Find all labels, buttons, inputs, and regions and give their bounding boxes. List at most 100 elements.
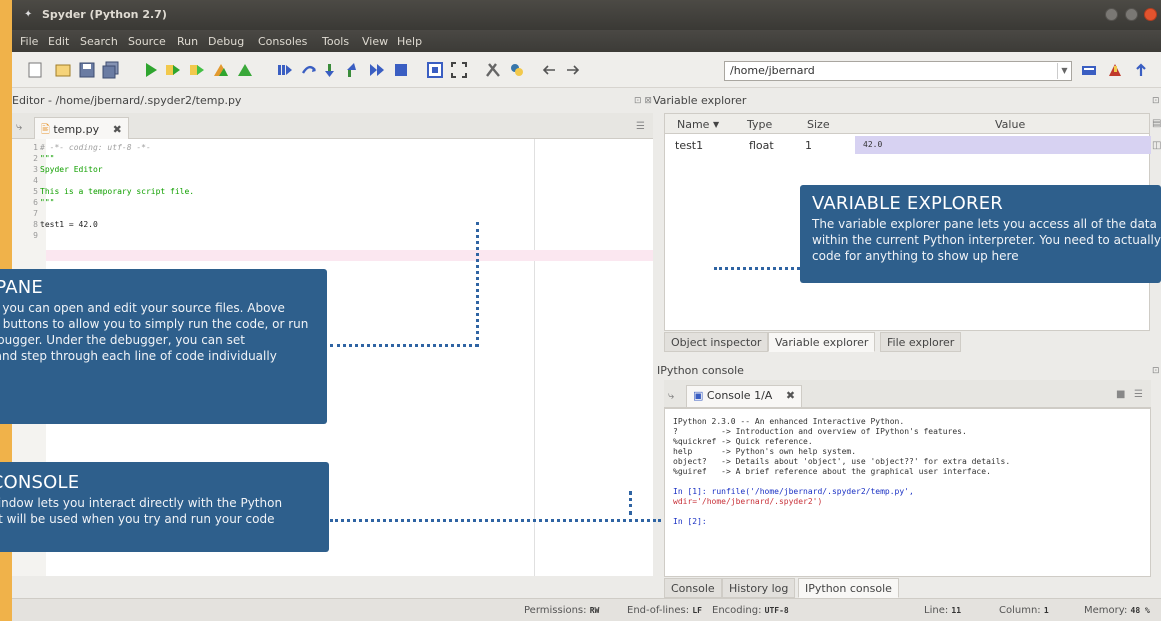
console-line: object? -> Details about 'object', use '…: [673, 457, 1011, 466]
column-value[interactable]: Value: [995, 118, 1025, 131]
tab-object-inspector[interactable]: Object inspector: [664, 332, 769, 352]
preferences-icon[interactable]: [484, 61, 502, 79]
status-encoding: Encoding: UTF-8: [712, 605, 789, 616]
line-number: 3: [33, 165, 38, 174]
code-line[interactable]: 7: [26, 209, 40, 219]
run-cell-advance-icon[interactable]: [188, 61, 206, 79]
tab-variable-explorer[interactable]: Variable explorer: [768, 332, 876, 352]
menu-help[interactable]: Help: [397, 35, 422, 48]
menu-source[interactable]: Source: [128, 35, 166, 48]
chevron-down-icon[interactable]: ▼: [1057, 63, 1071, 79]
save-icon[interactable]: [78, 61, 96, 79]
import-data-icon[interactable]: ▤: [1152, 118, 1161, 129]
tab-console[interactable]: Console: [664, 578, 722, 598]
status-line: Line: 11: [924, 605, 962, 616]
menu-view[interactable]: View: [362, 35, 388, 48]
window-title: Spyder (Python 2.7): [42, 8, 167, 21]
menu-edit[interactable]: Edit: [48, 35, 69, 48]
table-row[interactable]: test1 float 1 42.0: [665, 136, 1151, 154]
menu-file[interactable]: File: [20, 35, 38, 48]
browse-folder-icon[interactable]: [1080, 61, 1098, 79]
debug-icon[interactable]: [276, 61, 294, 79]
line-number: 4: [33, 176, 38, 185]
save-data-icon[interactable]: ◫: [1152, 140, 1161, 151]
working-directory-input[interactable]: /home/jbernard: [724, 61, 1072, 81]
tab-console-1a[interactable]: ▣ Console 1/A ✖: [686, 385, 803, 407]
code-line[interactable]: 1 # -*- coding: utf-8 -*-: [26, 143, 151, 153]
code-line[interactable]: 9: [26, 231, 40, 241]
back-arrow-icon[interactable]: [540, 61, 558, 79]
var-type: float: [749, 139, 774, 152]
menu-bar: File Edit Search Source Run Debug Consol…: [12, 30, 1161, 52]
column-type[interactable]: Type: [747, 118, 772, 131]
menu-search[interactable]: Search: [80, 35, 118, 48]
console-options-icon[interactable]: ☰: [1134, 389, 1143, 400]
var-value: 42.0: [863, 140, 883, 149]
fullscreen-icon[interactable]: [450, 61, 468, 79]
browse-tabs-icon[interactable]: ⤷: [16, 120, 22, 134]
var-name: test1: [675, 139, 704, 152]
continue-icon[interactable]: [368, 61, 386, 79]
tab-history-log[interactable]: History log: [722, 578, 796, 598]
callout-title: VARIABLE EXPLORER: [812, 193, 1003, 214]
new-file-icon[interactable]: [26, 61, 44, 79]
tab-temp-py[interactable]: 🖹 temp.py ✖: [34, 117, 129, 139]
code-line[interactable]: 6 """: [26, 198, 54, 208]
menu-debug[interactable]: Debug: [208, 35, 244, 48]
editor-options-icon[interactable]: ☰: [636, 121, 645, 132]
open-file-icon[interactable]: [54, 61, 72, 79]
code-line[interactable]: 2 """: [26, 154, 54, 164]
edge-line: [534, 139, 535, 576]
line-number: 1: [33, 143, 38, 152]
undock-close-icon[interactable]: ⊡: [1152, 366, 1160, 376]
code-line[interactable]: 3 Spyder Editor: [26, 165, 102, 175]
menu-run[interactable]: Run: [177, 35, 198, 48]
run-icon[interactable]: [142, 61, 160, 79]
minimize-button[interactable]: [1105, 8, 1118, 21]
maximize-pane-icon[interactable]: [426, 61, 444, 79]
undock-close-icon[interactable]: ⊡ ⊠: [634, 96, 652, 106]
close-button[interactable]: [1144, 8, 1157, 21]
tab-file-explorer[interactable]: File explorer: [880, 332, 962, 352]
step-into-icon[interactable]: [322, 61, 340, 79]
stop-debug-icon[interactable]: [392, 61, 410, 79]
spyder-app-icon: ✦: [24, 9, 33, 20]
forward-arrow-icon[interactable]: [564, 61, 582, 79]
code-text: """: [40, 154, 55, 163]
python-file-icon: 🖹: [41, 123, 50, 136]
save-all-icon[interactable]: [102, 61, 120, 79]
run-selection-icon[interactable]: [212, 61, 230, 79]
column-name[interactable]: Name: [677, 118, 709, 131]
editor-connector-horizontal: [330, 344, 478, 347]
code-line[interactable]: 5 This is a temporary script file.: [26, 187, 194, 197]
tools-icon[interactable]: [1106, 61, 1124, 79]
undock-close-icon[interactable]: ⊡: [1152, 96, 1160, 106]
maximize-button[interactable]: [1124, 8, 1138, 21]
console-line: In [1]: runfile('/home/jbernard/.spyder2…: [673, 487, 914, 496]
run-again-icon[interactable]: [236, 61, 254, 79]
browse-tabs-icon[interactable]: ⤷: [668, 389, 674, 403]
line-number: 2: [33, 154, 38, 163]
code-line[interactable]: 4: [26, 176, 40, 186]
step-icon[interactable]: [300, 61, 318, 79]
run-cell-icon[interactable]: [164, 61, 182, 79]
step-return-icon[interactable]: [344, 61, 362, 79]
menu-tools[interactable]: Tools: [322, 35, 349, 48]
console-line: help -> Python's own help system.: [673, 447, 857, 456]
close-tab-icon[interactable]: ✖: [113, 123, 122, 136]
close-tab-icon[interactable]: ✖: [786, 389, 795, 402]
python-path-icon[interactable]: [508, 61, 526, 79]
console-icon: ▣: [693, 389, 704, 402]
console-line: In [2]:: [673, 517, 707, 526]
menu-consoles[interactable]: Consoles: [258, 35, 307, 48]
sort-arrow-icon: ▼: [713, 120, 720, 129]
tab-label: Console 1/A: [706, 389, 773, 402]
column-size[interactable]: Size: [807, 118, 830, 131]
ipython-console[interactable]: IPython 2.3.0 -- An enhanced Interactive…: [664, 408, 1151, 577]
tab-ipython-console[interactable]: IPython console: [798, 578, 899, 598]
code-line[interactable]: 8 test1 = 42.0: [26, 220, 98, 230]
stop-kernel-icon[interactable]: ■: [1116, 389, 1125, 400]
line-number: 5: [33, 187, 38, 196]
parent-dir-icon[interactable]: [1132, 61, 1150, 79]
title-bar: ✦ Spyder (Python 2.7): [12, 0, 1161, 30]
